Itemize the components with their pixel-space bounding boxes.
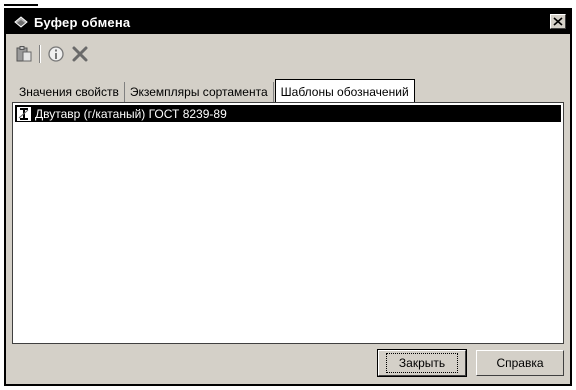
info-icon [48,46,64,62]
close-window-button[interactable] [550,14,566,29]
close-button[interactable]: Закрыть [377,349,467,377]
templates-list[interactable]: Двутавр (г/катаный) ГОСТ 8239-89 [12,102,564,344]
window-title: Буфер обмена [34,14,131,30]
tab-strip: Значения свойств Экземпляры сортамента Ш… [14,79,415,103]
decorative-underline [4,4,38,6]
toolbar [12,41,92,67]
paste-button[interactable] [12,42,36,66]
list-item[interactable]: Двутавр (г/катаный) ГОСТ 8239-89 [15,105,561,122]
tab-designation-templates[interactable]: Шаблоны обозначений [274,79,415,103]
close-icon [553,17,563,26]
delete-button[interactable] [68,42,92,66]
i-beam-icon [16,106,32,122]
help-button-label: Справка [496,356,544,370]
tab-assortment-instances[interactable]: Экземпляры сортамента [125,82,274,102]
paste-icon [16,46,32,62]
tab-property-values[interactable]: Значения свойств [14,82,125,102]
toolbar-separator [39,45,41,63]
list-item-label: Двутавр (г/катаный) ГОСТ 8239-89 [35,106,227,121]
clipboard-app-icon [12,13,30,31]
help-button[interactable]: Справка [476,350,564,376]
clipboard-window: Буфер обмена Значения свойств Экземпляры… [4,8,572,386]
close-button-label: Закрыть [385,353,459,373]
delete-x-icon [72,46,88,62]
title-bar[interactable]: Буфер обмена [6,10,570,34]
properties-button[interactable] [44,42,68,66]
